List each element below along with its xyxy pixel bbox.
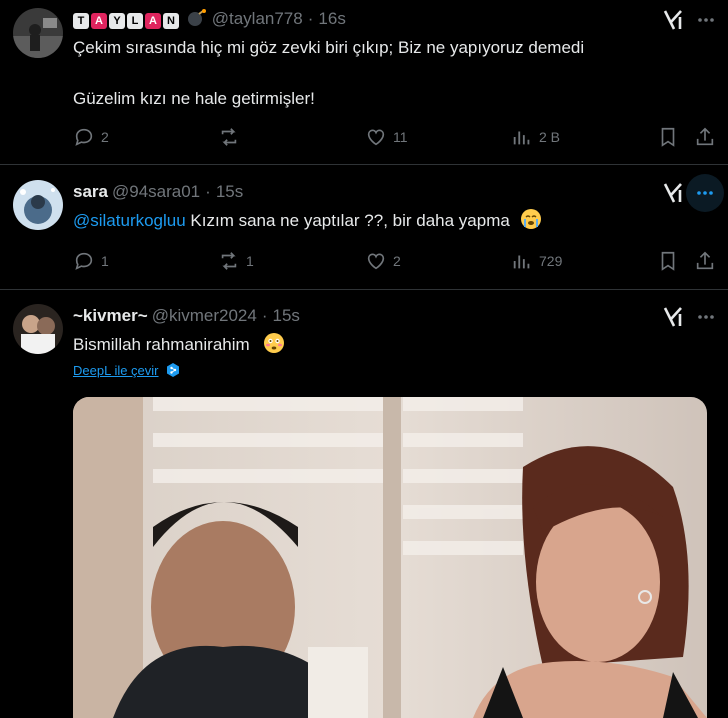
deepl-icon	[166, 363, 179, 377]
photo	[73, 397, 707, 718]
name-letter: A	[145, 13, 161, 29]
retweet-icon	[221, 252, 237, 270]
display-name[interactable]: ~kivmer~	[73, 306, 148, 326]
more-button[interactable]	[687, 1, 725, 39]
tweet-text: Bismillah rahmanirahim	[73, 333, 285, 357]
tweet-text-body: Bismillah rahmanirahim	[73, 335, 250, 354]
tweet-actions: 1 1 2 729	[73, 250, 718, 274]
bookmark-icon	[661, 251, 675, 271]
tweet-actions: 2 11 2 B	[73, 126, 718, 150]
display-name[interactable]: sara	[73, 182, 108, 202]
more-icon	[698, 18, 714, 22]
views-icon	[513, 255, 530, 269]
like-button[interactable]: 2	[365, 250, 401, 272]
name-letter: T	[73, 13, 89, 29]
crying-face-icon	[520, 209, 541, 229]
views-icon	[513, 131, 530, 145]
avatar-image	[13, 8, 63, 58]
handle[interactable]: @kivmer2024	[152, 306, 257, 326]
tweet-text-line: Güzelim kızı ne hale getirmişler!	[73, 89, 315, 108]
tweet-kivmer[interactable]: ~kivmer~ @kivmer2024 · 15s Bismillah rah…	[0, 290, 728, 718]
tweet-text-body: Kızım sana ne yaptılar ??, bir daha yapm…	[185, 211, 510, 230]
grok-icon[interactable]	[662, 182, 684, 204]
reply-count: 2	[101, 129, 109, 145]
name-letter: A	[91, 13, 107, 29]
name-letter: N	[163, 13, 179, 29]
views-count: 729	[539, 253, 563, 269]
share-button[interactable]	[694, 250, 716, 272]
translate-link[interactable]: DeepL ile çevir	[73, 362, 181, 378]
reply-icon	[75, 252, 93, 270]
tweet-text: @silaturkogluu Kızım sana ne yaptılar ??…	[73, 209, 541, 233]
share-button[interactable]	[694, 126, 716, 148]
like-button[interactable]: 11	[365, 126, 408, 148]
tweet-text-line: Çekim sırasında hiç mi göz zevki biri çı…	[73, 38, 585, 57]
translate-label: DeepL ile çevir	[73, 362, 159, 378]
views-button[interactable]: 729	[511, 250, 562, 272]
tweet-header: TAYLAN @taylan778 · 16s	[73, 9, 346, 29]
like-count: 11	[393, 129, 408, 145]
retweet-button[interactable]: 1	[218, 250, 254, 272]
tweet-header: ~kivmer~ @kivmer2024 · 15s	[73, 306, 300, 326]
bookmark-icon	[661, 127, 675, 147]
bookmark-button[interactable]	[657, 126, 679, 148]
views-button[interactable]: 2 B	[511, 126, 560, 148]
avatar-image	[13, 180, 63, 230]
tweet-media-image[interactable]	[73, 397, 707, 718]
tweet-taylan[interactable]: TAYLAN @taylan778 · 16s Çekim sırasında …	[0, 0, 728, 165]
reply-count: 1	[101, 253, 109, 269]
separator-dot: ·	[205, 182, 211, 201]
separator-dot: ·	[261, 306, 268, 325]
more-icon	[698, 315, 714, 319]
handle[interactable]: @taylan778	[212, 9, 303, 29]
views-count: 2 B	[539, 129, 561, 145]
retweet-icon	[221, 128, 237, 146]
share-icon	[696, 127, 714, 146]
more-icon	[697, 191, 713, 195]
more-button[interactable]	[686, 174, 724, 212]
like-icon	[367, 129, 385, 146]
avatar[interactable]	[13, 180, 63, 230]
handle[interactable]: @94sara01	[112, 182, 200, 202]
grok-icon[interactable]	[662, 306, 684, 328]
avatar[interactable]	[13, 8, 63, 58]
separator-dot: ·	[307, 9, 314, 28]
tweet-sara[interactable]: sara @94sara01 · 15s @silaturkogluu Kızı…	[0, 165, 728, 290]
timestamp[interactable]: 16s	[318, 9, 345, 29]
retweet-button[interactable]	[218, 126, 246, 148]
reply-button[interactable]: 1	[73, 250, 109, 272]
bookmark-button[interactable]	[657, 250, 679, 272]
timestamp[interactable]: 15s	[273, 306, 300, 326]
name-letter: L	[127, 13, 143, 29]
reply-button[interactable]: 2	[73, 126, 109, 148]
tweet-header: sara @94sara01 · 15s	[73, 182, 243, 202]
avatar-image	[13, 304, 63, 354]
avatar[interactable]	[13, 304, 63, 354]
like-count: 2	[393, 253, 401, 269]
name-letter: Y	[109, 13, 125, 29]
retweet-count: 1	[246, 253, 254, 269]
share-icon	[696, 251, 714, 270]
more-button[interactable]	[687, 298, 725, 336]
grok-icon[interactable]	[662, 9, 684, 31]
display-name[interactable]: TAYLAN	[73, 9, 208, 29]
timestamp[interactable]: 15s	[216, 182, 243, 202]
mention-link[interactable]: @silaturkogluu	[73, 211, 186, 230]
flushed-face-icon	[264, 333, 285, 353]
bomb-icon	[187, 9, 206, 26]
like-icon	[367, 253, 385, 270]
reply-icon	[75, 128, 93, 146]
